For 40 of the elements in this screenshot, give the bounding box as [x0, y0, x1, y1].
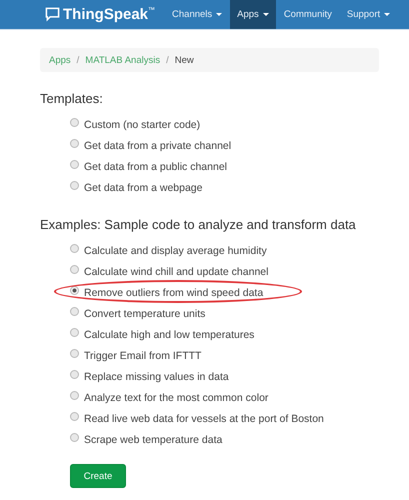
- radio-button[interactable]: [70, 348, 79, 358]
- option-label[interactable]: Convert temperature units: [84, 308, 206, 320]
- breadcrumb-current: New: [174, 54, 194, 66]
- speech-bubble-icon: [45, 7, 60, 22]
- radio-button[interactable]: [70, 286, 79, 294]
- option-label[interactable]: Read live web data for vessels at the port of Boston: [84, 412, 324, 424]
- radio-button[interactable]: [70, 370, 79, 378]
- option-label[interactable]: Calculate high and low temperatures: [84, 328, 254, 340]
- create-button[interactable]: Create: [70, 464, 126, 488]
- option-label[interactable]: Remove outliers from wind speed data: [84, 286, 264, 298]
- radio-button[interactable]: [70, 160, 79, 168]
- option-label[interactable]: Replace missing values in data: [84, 370, 229, 382]
- option-label[interactable]: Calculate and display average humidity: [84, 244, 267, 256]
- option-label[interactable]: Custom (no starter code): [84, 118, 200, 130]
- option-label[interactable]: Analyze text for the most common color: [84, 392, 268, 404]
- radio-button[interactable]: [70, 244, 79, 252]
- breadcrumb-separator: /: [166, 54, 169, 66]
- radio-button[interactable]: [70, 138, 79, 148]
- option-label[interactable]: Get data from a webpage: [84, 182, 202, 194]
- radio-button[interactable]: [70, 180, 79, 190]
- nav-menu-item[interactable]: Community: [276, 0, 339, 29]
- option-label[interactable]: Get data from a public channel: [84, 160, 228, 172]
- option-label[interactable]: Calculate wind chill and update channel: [84, 266, 268, 278]
- nav-menu-item[interactable]: Channels: [165, 0, 230, 29]
- nav-menu-item[interactable]: Apps: [230, 0, 276, 29]
- logo-text[interactable]: ThingSpeak: [63, 6, 148, 23]
- radio-button[interactable]: [70, 118, 79, 126]
- radio-button[interactable]: [70, 264, 79, 274]
- option-label[interactable]: Trigger Email from IFTTT: [84, 350, 202, 362]
- breadcrumb-separator: /: [76, 54, 80, 66]
- option-label[interactable]: Get data from a private channel: [84, 140, 232, 152]
- radio-button[interactable]: [70, 412, 79, 420]
- radio-button[interactable]: [70, 306, 79, 316]
- section-heading: Examples: Sample code to analyze and transform data: [40, 217, 357, 232]
- nav-menu-item[interactable]: Support: [340, 0, 398, 29]
- radio-button[interactable]: [70, 390, 79, 400]
- option-label[interactable]: Scrape web temperature data: [84, 434, 222, 446]
- section-heading: Templates:: [40, 91, 104, 106]
- radio-button[interactable]: [70, 432, 79, 442]
- radio-button[interactable]: [70, 328, 79, 336]
